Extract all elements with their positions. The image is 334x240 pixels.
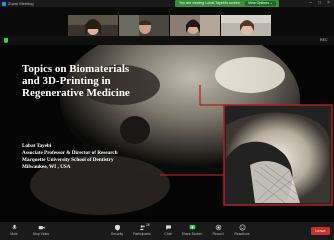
- window-titlebar: Zoom Meeting – □ ×: [0, 0, 334, 7]
- viewing-screen-text: You are viewing Lobat Tayebi's screen: [179, 1, 240, 5]
- participants-button[interactable]: Participants: [130, 224, 154, 239]
- author-location: Milwaukee, WI , USA: [22, 164, 71, 170]
- close-icon[interactable]: ×: [324, 0, 333, 7]
- participant-strip: Liliana Liverani Aldo Boccaccini Lobat T…: [0, 7, 334, 42]
- security-button[interactable]: Security: [108, 224, 126, 239]
- slide-title-line: Topics on Biomaterials: [22, 63, 130, 75]
- mute-label: Mute: [10, 232, 18, 236]
- share-screen-button[interactable]: Share Screen: [180, 224, 204, 239]
- participants-count: 28: [146, 223, 150, 227]
- meeting-info-bar: REC: [0, 36, 334, 45]
- meeting-toolbar: Mute Stop Video Security Participants 28…: [0, 222, 334, 240]
- slide-author-block: Lobat Tayebi Associate Professor & Direc…: [22, 143, 118, 171]
- chat-icon: [165, 225, 171, 230]
- author-position: Associate Professor & Director of Resear…: [22, 150, 118, 156]
- shared-screen: Topics on Biomaterials and 3D-Printing i…: [0, 45, 334, 222]
- video-camera-icon: [38, 226, 45, 230]
- maximize-icon[interactable]: □: [315, 0, 324, 7]
- record-icon: [215, 224, 221, 231]
- microphone-icon: [11, 224, 17, 230]
- chat-button[interactable]: Chat: [161, 224, 175, 239]
- author-name: Lobat Tayebi: [22, 143, 52, 149]
- security-label: Security: [110, 232, 124, 236]
- slide-title-line: and 3D-Printing in: [22, 75, 111, 87]
- share-screen-label: Share Screen: [181, 232, 203, 236]
- participants-icon: [139, 225, 145, 230]
- participants-label: Participants: [133, 232, 151, 236]
- stop-video-label: Stop Video: [32, 232, 50, 236]
- shield-icon: [114, 224, 120, 231]
- slide-title-line: Regenerative Medicine: [22, 87, 130, 99]
- slide-title: Topics on Biomaterials and 3D-Printing i…: [22, 63, 152, 99]
- share-screen-icon: [189, 225, 195, 230]
- recording-indicator: REC: [320, 38, 328, 42]
- minimize-icon[interactable]: –: [306, 0, 315, 7]
- stop-video-button[interactable]: Stop Video: [30, 224, 52, 239]
- reactions-label: Reactions: [234, 232, 250, 236]
- leave-button[interactable]: Leave: [311, 227, 330, 235]
- chat-label: Chat: [164, 232, 172, 236]
- view-options-button[interactable]: View Options ⌄: [245, 1, 276, 6]
- author-affiliation: Marquette University School of Dentistry: [22, 157, 114, 163]
- reactions-icon: [239, 224, 245, 231]
- reactions-button[interactable]: Reactions: [231, 224, 253, 239]
- record-button[interactable]: Record: [210, 224, 226, 239]
- encryption-shield-icon[interactable]: [4, 38, 8, 43]
- window-title: Zoom Meeting: [8, 1, 34, 6]
- zoom-app-icon: [2, 1, 6, 6]
- record-label: Record: [212, 232, 224, 236]
- mute-button[interactable]: Mute: [6, 224, 22, 239]
